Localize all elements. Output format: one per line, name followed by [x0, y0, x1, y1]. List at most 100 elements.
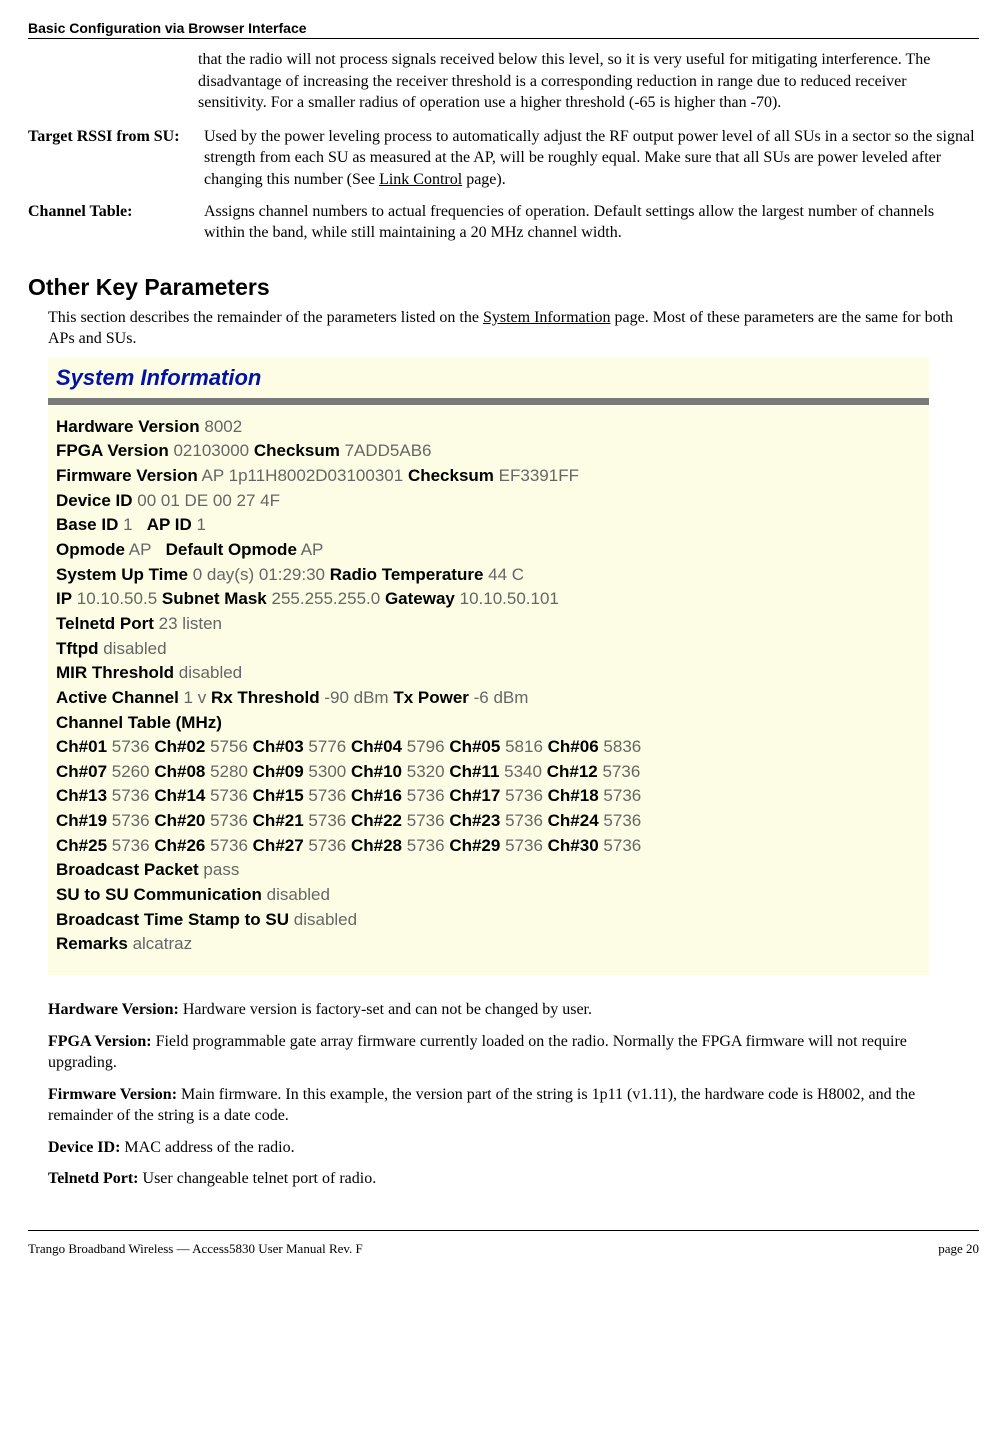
- footer-left: Trango Broadband Wireless — Access5830 U…: [28, 1241, 363, 1257]
- link-link-control[interactable]: Link Control: [379, 171, 462, 188]
- channel-value: 5736: [603, 811, 641, 830]
- lbl-base-id: Base ID: [56, 515, 118, 534]
- val-gateway: 10.10.50.101: [460, 589, 559, 608]
- channel-value: 5736: [308, 786, 346, 805]
- channel-label: Ch#08: [154, 762, 205, 781]
- val-device-id: 00 01 DE 00 27 4F: [137, 491, 280, 510]
- channel-label: Ch#15: [253, 786, 304, 805]
- lbl-opmode: Opmode: [56, 540, 125, 559]
- val-telnetd: 23 listen: [159, 614, 222, 633]
- channel-label: Ch#28: [351, 836, 402, 855]
- val-base-id: 1: [123, 515, 132, 534]
- lbl-uptime: System Up Time: [56, 565, 188, 584]
- channel-label: Ch#24: [548, 811, 599, 830]
- channel-value: 5736: [112, 836, 150, 855]
- val-remarks: alcatraz: [133, 934, 193, 953]
- channel-label: Ch#10: [351, 762, 402, 781]
- channel-label: Ch#19: [56, 811, 107, 830]
- body-target-rssi-b: page).: [462, 171, 506, 188]
- row-device-id: Device ID 00 01 DE 00 27 4F: [56, 489, 921, 514]
- channel-value: 5736: [308, 811, 346, 830]
- val-fpga-checksum: 7ADD5AB6: [345, 441, 432, 460]
- channel-value: 5300: [308, 762, 346, 781]
- body-device-id: MAC address of the radio.: [124, 1139, 294, 1156]
- lbl-fpga-version: FPGA Version: [56, 441, 169, 460]
- lbl-broadcast-ts: Broadcast Time Stamp to SU: [56, 910, 289, 929]
- val-ip: 10.10.50.5: [77, 589, 157, 608]
- channel-table-rows: Ch#01 5736 Ch#02 5756 Ch#03 5776 Ch#04 5…: [56, 735, 921, 858]
- sysinfo-title: System Information: [48, 358, 929, 396]
- row-broadcast-packet: Broadcast Packet pass: [56, 858, 921, 883]
- channel-label: Ch#03: [253, 737, 304, 756]
- lbl-remarks: Remarks: [56, 934, 128, 953]
- lbl-firmware-checksum: Checksum: [408, 466, 494, 485]
- channel-label: Ch#20: [154, 811, 205, 830]
- row-uptime-temp: System Up Time 0 day(s) 01:29:30 Radio T…: [56, 563, 921, 588]
- section-intro-a: This section describes the remainder of …: [48, 309, 483, 326]
- channel-label: Ch#16: [351, 786, 402, 805]
- term-channel-table: Channel Table:: [28, 201, 204, 244]
- channel-value: 5340: [504, 762, 542, 781]
- lbl-su-to-su: SU to SU Communication: [56, 885, 262, 904]
- row-tftpd: Tftpd disabled: [56, 637, 921, 662]
- channel-label: Ch#05: [449, 737, 500, 756]
- definition-target-rssi: Target RSSI from SU: Used by the power l…: [28, 126, 979, 191]
- channel-label: Ch#13: [56, 786, 107, 805]
- lbl-device-id: Device ID: [56, 491, 133, 510]
- body-telnetd-port: User changeable telnet port of radio.: [143, 1170, 377, 1187]
- term-telnetd-port: Telnetd Port:: [48, 1170, 143, 1187]
- channel-value: 5736: [210, 786, 248, 805]
- val-firmware-checksum: EF3391FF: [499, 466, 579, 485]
- desc-fpga-version: FPGA Version: Field programmable gate ar…: [48, 1031, 979, 1074]
- lbl-broadcast-packet: Broadcast Packet: [56, 860, 199, 879]
- term-firmware-version: Firmware Version:: [48, 1086, 181, 1103]
- val-su-to-su: disabled: [267, 885, 330, 904]
- desc-hardware-version: Hardware Version: Hardware version is fa…: [48, 999, 979, 1021]
- channel-value: 5736: [505, 836, 543, 855]
- term-hardware-version: Hardware Version:: [48, 1001, 183, 1018]
- lbl-mir: MIR Threshold: [56, 663, 174, 682]
- desc-device-id: Device ID: MAC address of the radio.: [48, 1137, 979, 1159]
- term-fpga-version: FPGA Version:: [48, 1033, 156, 1050]
- channel-value: 5736: [112, 737, 150, 756]
- system-information-panel: System Information Hardware Version 8002…: [48, 358, 929, 975]
- footer: Trango Broadband Wireless — Access5830 U…: [28, 1230, 979, 1257]
- sysinfo-divider: [48, 398, 929, 405]
- lbl-gateway: Gateway: [385, 589, 455, 608]
- lbl-channel-table: Channel Table (MHz): [56, 713, 222, 732]
- val-fpga-version: 02103000: [173, 441, 249, 460]
- row-broadcast-ts: Broadcast Time Stamp to SU disabled: [56, 908, 921, 933]
- channel-label: Ch#23: [449, 811, 500, 830]
- sysinfo-body: Hardware Version 8002 FPGA Version 02103…: [48, 415, 929, 957]
- val-opmode: AP: [129, 540, 152, 559]
- channel-label: Ch#06: [548, 737, 599, 756]
- val-subnet: 255.255.255.0: [271, 589, 380, 608]
- lbl-active-channel: Active Channel: [56, 688, 179, 707]
- channel-label: Ch#29: [449, 836, 500, 855]
- channel-label: Ch#01: [56, 737, 107, 756]
- val-mir: disabled: [179, 663, 242, 682]
- val-default-opmode: AP: [301, 540, 324, 559]
- link-system-information[interactable]: System Information: [483, 309, 611, 326]
- channel-label: Ch#02: [154, 737, 205, 756]
- term-device-id-desc: Device ID:: [48, 1139, 124, 1156]
- channel-label: Ch#04: [351, 737, 402, 756]
- val-hardware-version: 8002: [204, 417, 242, 436]
- channel-label: Ch#09: [253, 762, 304, 781]
- row-base-ap-id: Base ID 1 AP ID 1: [56, 513, 921, 538]
- channel-label: Ch#26: [154, 836, 205, 855]
- body-fpga-version: Field programmable gate array firmware c…: [48, 1033, 907, 1072]
- channel-row: Ch#07 5260 Ch#08 5280 Ch#09 5300 Ch#10 5…: [56, 760, 921, 785]
- lbl-ip: IP: [56, 589, 72, 608]
- channel-value: 5736: [603, 786, 641, 805]
- channel-value: 5736: [210, 811, 248, 830]
- val-broadcast-ts: disabled: [294, 910, 357, 929]
- header-rule: [28, 38, 979, 39]
- channel-value: 5836: [603, 737, 641, 756]
- row-opmode: Opmode AP Default Opmode AP: [56, 538, 921, 563]
- channel-value: 5260: [112, 762, 150, 781]
- val-rx-threshold: -90 dBm: [324, 688, 388, 707]
- definition-channel-table: Channel Table: Assigns channel numbers t…: [28, 201, 979, 244]
- channel-value: 5736: [112, 786, 150, 805]
- channel-value: 5736: [210, 836, 248, 855]
